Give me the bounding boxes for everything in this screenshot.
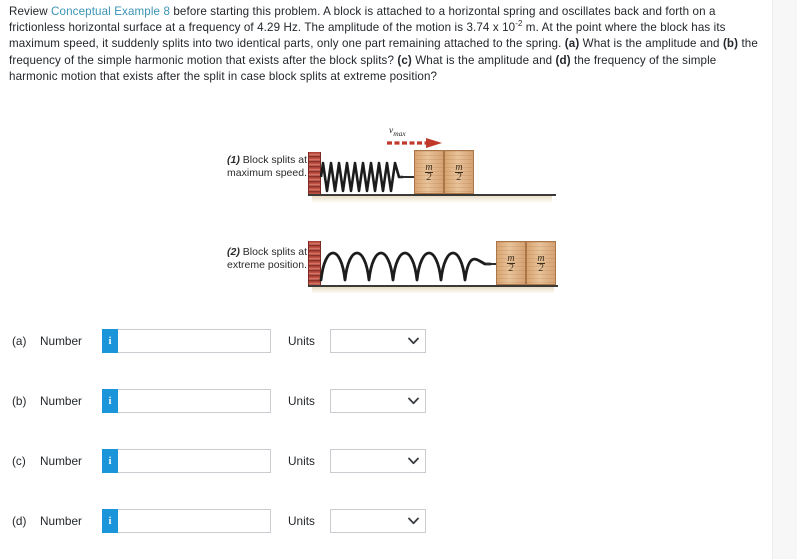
block-mass-label: m 2 [455,161,463,183]
block-mass-label: m 2 [425,161,433,183]
part-label-c: (c) [397,53,412,67]
answer-units-select-a[interactable] [330,329,426,353]
info-icon[interactable]: i [102,389,118,413]
number-field-group-c: i [102,449,271,473]
answer-number-input-b[interactable] [118,389,271,413]
problem-statement: Review Conceptual Example 8 before start… [9,4,761,85]
figure-caption-1-number: (1) [227,154,240,166]
number-label-b: Number [40,394,82,408]
info-icon[interactable]: i [102,329,118,353]
units-select-group-a [330,329,426,353]
figure-block-splits: (1) Block splits at maximum speed. vmax [195,118,595,303]
block-mass-denominator: 2 [537,262,545,274]
block-mass-denominator: 2 [455,171,463,183]
spring-compressed [319,161,403,193]
spring-rod-1 [400,176,414,178]
number-label-a: Number [40,334,82,348]
block-mass-numerator: m [425,161,433,173]
answer-row-c: (c) Number i Units [0,448,772,474]
part-label-a: (a) [564,37,580,51]
info-icon[interactable]: i [102,449,118,473]
info-icon[interactable]: i [102,509,118,533]
units-select-group-c [330,449,426,473]
answer-units-select-d[interactable] [330,509,426,533]
units-select-group-d [330,509,426,533]
block-half-mass-left-2: m 2 [496,241,526,285]
answer-number-input-d[interactable] [118,509,271,533]
problem-sentence-5: What is the amplitude and [411,53,556,67]
ground-shadow-2 [312,287,554,294]
answer-row-a: (a) Number i Units [0,328,772,354]
block-mass-label: m 2 [537,252,545,274]
problem-lead: Review [9,5,52,18]
answer-row-b: (b) Number i Units [0,388,772,414]
answer-row-d: (d) Number i Units [0,508,772,534]
figure-caption-1-line2: maximum speed. [227,167,307,179]
answer-number-input-c[interactable] [118,449,271,473]
figure-scene-compressed: vmax m 2 m 2 [308,126,595,208]
spring-stretched [319,251,491,282]
right-gutter [772,0,797,559]
figure-caption-2-line1: Block splits at [239,246,307,258]
answer-units-select-c[interactable] [330,449,426,473]
answer-letter-b: (b) [12,394,27,408]
block-mass-label: m 2 [507,252,515,274]
block-half-mass-left-1: m 2 [414,150,444,194]
units-label-b: Units [288,394,315,408]
block-half-mass-right-2: m 2 [526,241,556,285]
figure-caption-1-line1: Block splits at [239,154,307,166]
answer-units-select-b[interactable] [330,389,426,413]
number-field-group-d: i [102,509,271,533]
units-label-c: Units [288,454,315,468]
conceptual-example-link[interactable]: Conceptual Example 8 [51,5,170,18]
part-label-b: (b) [722,37,739,51]
block-mass-denominator: 2 [507,262,515,274]
number-label-c: Number [40,454,82,468]
block-mass-numerator: m [507,252,515,264]
block-mass-numerator: m [455,161,463,173]
spring-rod-2 [486,263,496,265]
answer-letter-a: (a) [12,334,27,348]
number-field-group-b: i [102,389,271,413]
number-label-d: Number [40,514,82,528]
part-label-d: (d) [555,53,571,67]
answer-letter-d: (d) [12,514,27,528]
ground-shadow-1 [312,196,552,203]
answer-letter-c: (c) [12,454,26,468]
block-mass-denominator: 2 [425,171,433,183]
figure-caption-2-number: (2) [227,246,240,258]
figure-caption-2: (2) Block splits at extreme position. [195,246,307,272]
units-select-group-b [330,389,426,413]
figure-scene-stretched: m 2 m 2 [308,236,595,298]
number-field-group-a: i [102,329,271,353]
block-mass-numerator: m [537,252,545,264]
figure-caption-2-line2: extreme position. [227,259,307,271]
figure-caption-1: (1) Block splits at maximum speed. [195,154,307,180]
vmax-arrow-icon [387,138,442,148]
answer-number-input-a[interactable] [118,329,271,353]
units-label-a: Units [288,334,315,348]
block-half-mass-right-1: m 2 [444,150,474,194]
problem-sentence-3: What is the amplitude and [579,37,723,51]
units-label-d: Units [288,514,315,528]
page-content: Review Conceptual Example 8 before start… [0,0,772,559]
